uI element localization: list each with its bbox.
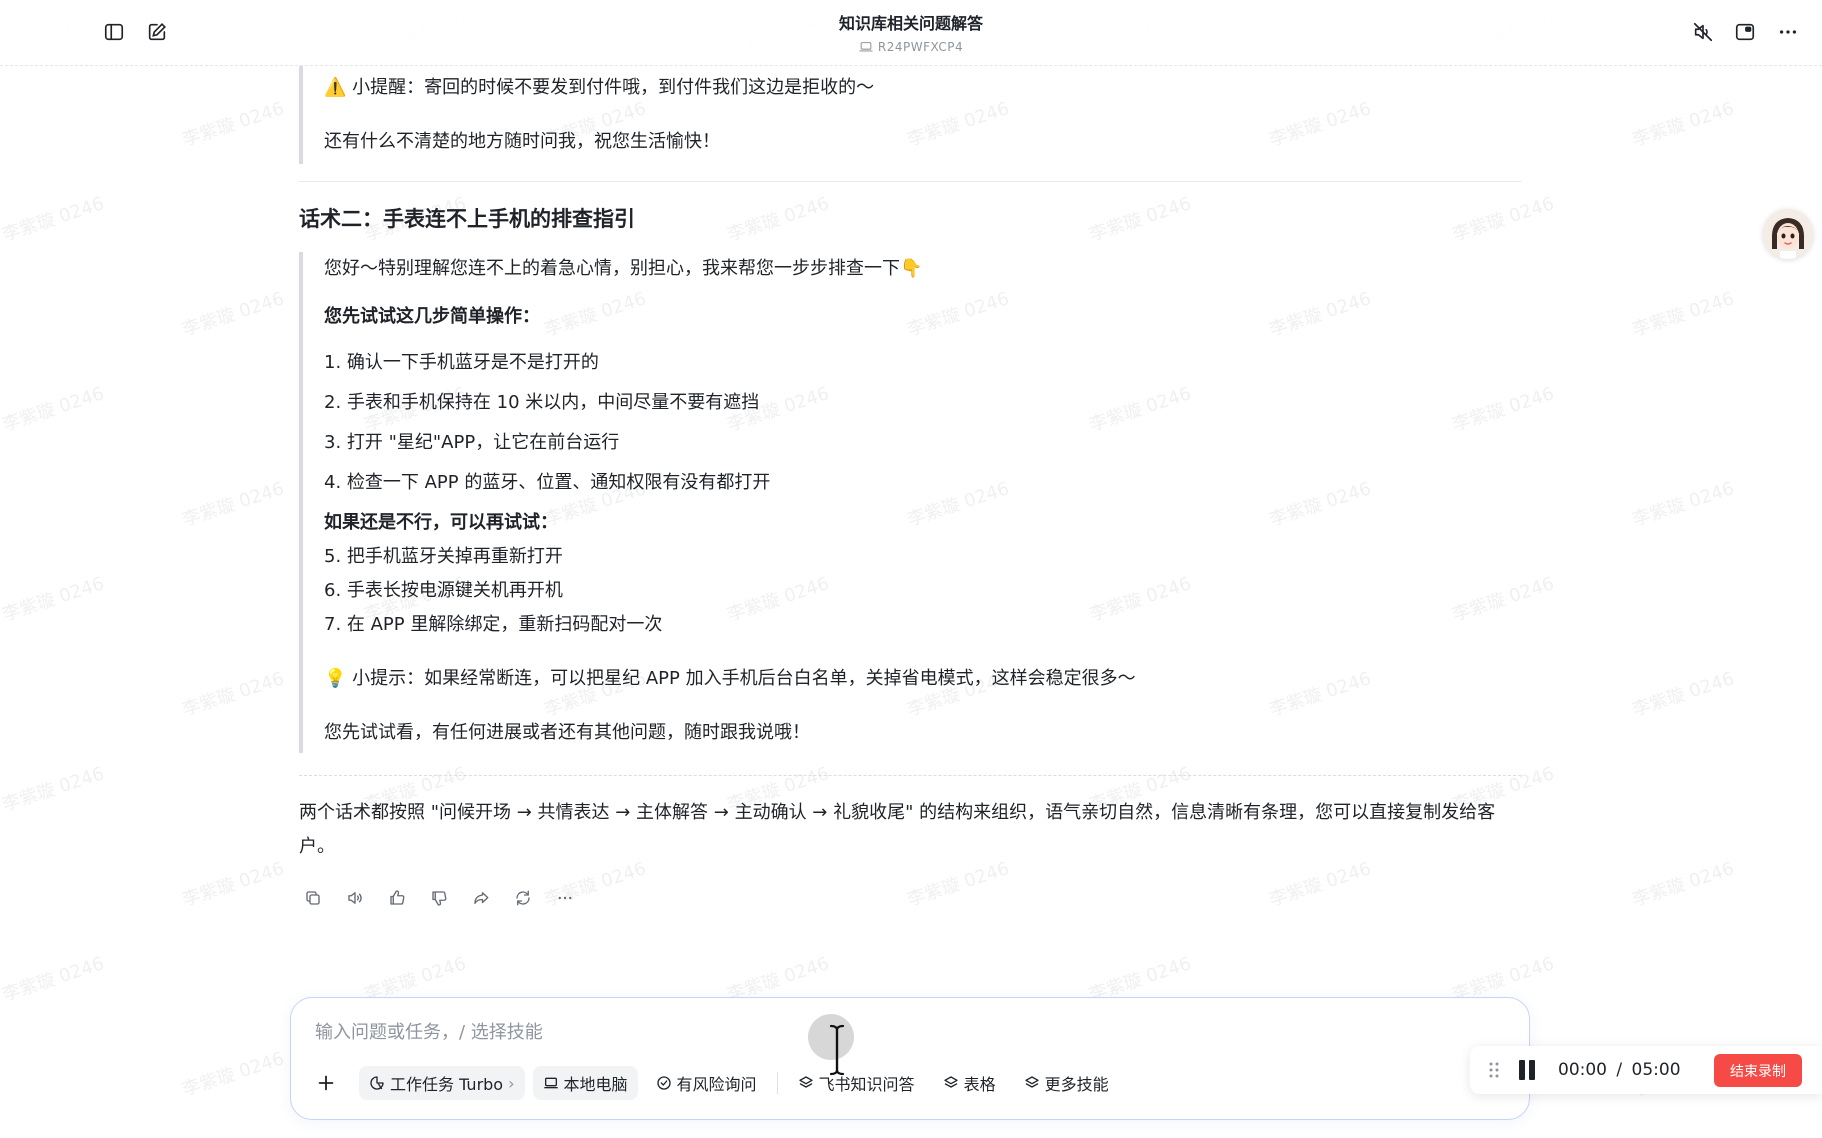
watermark: 李紫璇 0246 [1629,288,1737,341]
dislike-button[interactable] [427,886,451,910]
skill-chips: 工作任务 Turbo › 本地电脑 有风险询问 飞书知识问答 表格 更多技能 [309,1066,1119,1100]
list-item: 3. 打开 "星纪"APP，让它在前台运行 [324,432,620,453]
message-actions [301,886,1521,910]
share-button[interactable] [469,886,493,910]
time-separator: / [1616,1060,1623,1080]
more-skills-label: 更多技能 [1044,1075,1109,1094]
summary-text: 两个话术都按照 "问候开场 → 共情表达 → 主体解答 → 主动确认 → 礼貌收… [299,802,1496,857]
watermark: 李紫璇 0246 [179,98,287,151]
watermark: 李紫璇 0246 [0,383,107,436]
share-icon [474,892,489,904]
pip-window-icon[interactable] [1731,18,1759,46]
closing-text-2: 您先试试看，有任何进展或者还有其他问题，随时跟我说哦！ [324,722,810,743]
add-attachment-button[interactable] [309,1066,343,1100]
copy-button[interactable] [301,886,325,910]
watermark: 李紫璇 0246 [179,858,287,911]
steps-list: 1. 确认一下手机蓝牙是不是打开的 2. 手表和手机保持在 10 米以内，中间尽… [324,349,1521,497]
watermark: 李紫璇 0246 [1629,478,1737,531]
quote-block-1: ⚠️ 小提醒：寄回的时候不要发到付件哦，到付件我们这边是拒收的～ 还有什么不清楚… [299,66,1521,164]
watermark: 李紫璇 0246 [179,668,287,721]
watermark: 李紫璇 0246 [0,763,107,816]
greeting-text: 您好～特别理解您连不上的着急心情，别担心，我来帮您一步步排查一下👇 [324,258,923,279]
composer: 输入问题或任务，/ 选择技能 工作任务 Turbo › 本地电脑 有风险询问 飞… [290,997,1530,1120]
top-bar: 知识库相关问题解答 R24PWFXCP4 [0,0,1822,66]
quote-block-2: 您好～特别理解您连不上的着急心情，别担心，我来帮您一步步排查一下👇 您先试试这几… [299,252,1521,753]
steps-title: 您先试试这几步简单操作： [324,306,540,327]
section2-heading: 话术二：手表连不上手机的排查指引 [299,207,635,231]
elapsed-time: 00:00 [1558,1060,1607,1080]
device-label: R24PWFXCP4 [859,40,963,54]
more-skills-chip[interactable]: 更多技能 [1014,1066,1119,1100]
risk-inquiry-label: 有风险询问 [676,1075,757,1094]
tip-text: 💡 小提示：如果经常断连，可以把星纪 APP 加入手机后台白名单，关掉省电模式，… [324,668,1136,689]
local-computer-chip[interactable]: 本地电脑 [532,1066,638,1100]
assistant-avatar[interactable] [1763,209,1813,259]
copy-icon [306,891,320,905]
list-item: 7. 在 APP 里解除绑定，重新扫码配对一次 [324,614,663,635]
watermark: 李紫璇 0246 [0,193,107,246]
device-id: R24PWFXCP4 [877,40,964,54]
watermark: 李紫璇 0246 [1629,668,1737,721]
watermark: 李紫璇 0246 [0,953,107,1006]
risk-inquiry-chip[interactable]: 有风险询问 [646,1066,767,1100]
list-item: 2. 手表和手机保持在 10 米以内，中间尽量不要有遮挡 [324,392,760,413]
watermark: 李紫璇 0246 [179,478,287,531]
thumbs-down-icon [432,891,447,906]
more-steps-title: 如果还是不行，可以再试试： [324,512,558,533]
page-title: 知识库相关问题解答 [838,14,983,33]
local-computer-label: 本地电脑 [563,1075,628,1094]
table-label: 表格 [963,1075,996,1094]
reminder-text: ⚠️ 小提醒：寄回的时候不要发到付件哦，到付件我们这边是拒收的～ [324,77,875,98]
check-circle-icon [656,1076,671,1090]
chip-separator [776,1072,778,1094]
list-item: 6. 手表长按电源键关机再开机 [324,580,563,601]
list-item: 1. 确认一下手机蓝牙是不是打开的 [324,352,599,373]
watermark: 李紫璇 0246 [0,573,107,626]
more-actions-button[interactable] [553,886,577,910]
layers-icon [798,1076,813,1088]
watermark: 李紫璇 0246 [1629,858,1737,911]
table-chip[interactable]: 表格 [933,1066,1006,1100]
pause-button[interactable] [1516,1059,1538,1081]
watermark: 李紫璇 0246 [179,1048,287,1101]
refresh-icon [516,890,530,906]
layers-icon [1024,1076,1039,1088]
like-button[interactable] [385,886,409,910]
watermark: 李紫璇 0246 [1629,98,1737,151]
watermark: 李紫璇 0246 [179,288,287,341]
recording-timer: 00:00 / 05:00 [1558,1060,1681,1080]
closing-text-1: 还有什么不清楚的地方随时问我，祝您生活愉快！ [324,131,720,152]
regenerate-button[interactable] [511,886,535,910]
chat-content: ⚠️ 小提醒：寄回的时候不要发到付件哦，到付件我们这边是拒收的～ 还有什么不清楚… [299,66,1521,910]
laptop-icon [859,42,873,52]
recording-bar: 00:00 / 05:00 结束录制 [1470,1046,1822,1094]
list-item: 5. 把手机蓝牙关掉再重新打开 [324,546,563,567]
end-recording-button[interactable]: 结束录制 [1714,1054,1802,1087]
list-item: 4. 检查一下 APP 的蓝牙、位置、通知权限有没有都打开 [324,472,771,493]
thumbs-up-icon [390,890,405,905]
layers-icon [943,1076,958,1088]
speaker-icon [348,892,362,904]
turbo-chip-label: 工作任务 Turbo [390,1075,504,1094]
section-divider [299,181,1521,182]
feishu-knowledge-label: 飞书知识问答 [818,1075,915,1094]
title-area: 知识库相关问题解答 R24PWFXCP4 [0,10,1822,57]
more-icon [558,896,572,900]
plus-icon [318,1075,334,1091]
read-aloud-button[interactable] [343,886,367,910]
drag-handle-icon[interactable] [1488,1061,1500,1079]
mute-icon[interactable] [1689,18,1717,46]
more-options-icon[interactable] [1774,18,1802,46]
avatar-face-icon [1763,209,1813,259]
content-divider [299,775,1521,776]
composer-input[interactable]: 输入问题或任务，/ 选择技能 [315,1018,543,1044]
turbo-chip[interactable]: 工作任务 Turbo › [359,1066,525,1100]
feishu-knowledge-chip[interactable]: 飞书知识问答 [788,1066,925,1100]
task-icon [370,1076,384,1090]
total-time: 05:00 [1631,1060,1681,1080]
laptop-icon [543,1077,558,1089]
chevron-right-icon: › [508,1073,515,1093]
